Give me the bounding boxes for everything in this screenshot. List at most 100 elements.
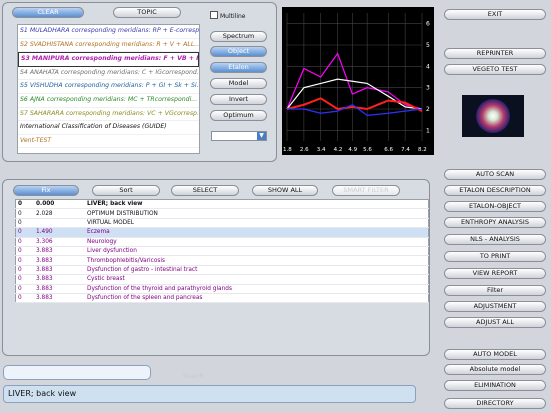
side-button-6[interactable]: VIEW REPORT: [444, 268, 546, 279]
table-row[interactable]: 0 3.883 Thrombophlebitis/Varicosis: [15, 255, 429, 266]
y-tick-label: 6: [426, 21, 430, 28]
spectrum-chart: 1 2 3 4 5 6 1.8 2.6 3.4 4.2 4.9 5.6 6.6 7.4 8.2: [283, 13, 430, 153]
multiline-checkbox[interactable]: Multiline: [210, 11, 270, 21]
x-tick-label: 4.2: [334, 147, 343, 153]
side-button-0[interactable]: AUTO SCAN: [444, 169, 546, 180]
table-row[interactable]: 0 3.883 Dysfunction of the thyroid and par…: [15, 284, 429, 294]
results-table: 0 0.000 LIVER; back view 0 2.028 OPTIMUM DIST…: [15, 199, 429, 304]
mode-spectrum-button[interactable]: Spectrum: [210, 31, 267, 42]
meridian-item[interactable]: S7 SAHARARA corresponding meridians: VC …: [18, 108, 199, 122]
table-row[interactable]: 0 3.883 Liver dysfunction: [15, 246, 429, 257]
row-value: 3.883: [34, 246, 85, 257]
row-flag: 0: [15, 199, 34, 210]
side-button-9[interactable]: ADJUST ALL: [444, 317, 546, 328]
mode-model-button[interactable]: Model: [210, 78, 267, 89]
side-button-2[interactable]: ETALON-OBJECT: [444, 201, 546, 212]
row-label: Dysfunction of gastro - intestinal tract: [85, 265, 429, 276]
topic-button[interactable]: TOPIC: [113, 7, 181, 18]
x-tick-label: 1.8: [283, 147, 292, 153]
row-value: 3.306: [34, 237, 85, 247]
mode-object-button[interactable]: Object: [210, 46, 267, 57]
table-row[interactable]: 0 2.028 OPTIMUM DISTRIBUTION: [15, 208, 429, 219]
search-input[interactable]: [3, 365, 151, 380]
row-value: 1.490: [34, 227, 85, 238]
row-flag: 0: [15, 208, 34, 219]
meridian-item[interactable]: S6 AJNA corresponding meridians: MC + TR…: [18, 94, 199, 108]
side-button-1[interactable]: ETALON DESCRIPTION: [444, 185, 546, 196]
row-flag: 0: [15, 218, 34, 229]
table-row[interactable]: 0 3.883 Dysfunction of the spleen and panc…: [15, 293, 429, 304]
row-flag: 0: [15, 255, 34, 266]
x-tick-label: 5.6: [363, 147, 372, 153]
meridian-item[interactable]: S3 MANIPURA corresponding meridians: F +…: [18, 52, 199, 67]
y-tick-label: 1: [426, 127, 430, 134]
row-label: VIRTUAL MODEL: [85, 218, 429, 229]
select-button[interactable]: SELECT: [171, 185, 239, 196]
x-tick-label: 2.6: [300, 147, 309, 153]
row-flag: 0: [15, 246, 34, 257]
row-value: 3.883: [34, 255, 85, 266]
x-tick-label: 3.4: [317, 147, 326, 153]
meridian-item[interactable]: S2 SVADHISTANA corresponding meridians: …: [18, 39, 199, 53]
row-label: Neurology: [85, 237, 429, 247]
side-button-5[interactable]: TO PRINT: [444, 251, 546, 262]
meridian-item[interactable]: International Classification of Diseases…: [18, 121, 199, 135]
row-label: LIVER; back view: [85, 199, 429, 210]
y-tick-label: 3: [426, 85, 430, 92]
row-flag: 0: [15, 237, 34, 247]
side-button-8[interactable]: ADJUSTMENT: [444, 301, 546, 312]
meridian-list[interactable]: S1 MULADHARA corresponding meridians: RP…: [17, 24, 200, 154]
row-label: Eczema: [85, 227, 429, 238]
row-value: 2.028: [34, 208, 85, 219]
status-text: LIVER; back view: [8, 389, 77, 398]
mode-invert-button[interactable]: Invert: [210, 94, 267, 105]
row-label: Dysfunction of the spleen and pancreas: [85, 293, 429, 304]
show-all-button[interactable]: SHOW ALL: [252, 185, 318, 196]
row-value: 3.883: [34, 265, 85, 276]
table-row[interactable]: 0 3.883 Dysfunction of gastro - intestinal…: [15, 265, 429, 276]
meridian-item[interactable]: Vent-TEST: [18, 135, 199, 149]
row-value: 0.000: [34, 199, 85, 210]
table-row[interactable]: 0 VIRTUAL MODEL: [15, 218, 429, 229]
mode-optimum-button[interactable]: Optimum: [210, 110, 267, 121]
meridian-item[interactable]: S1 MULADHARA corresponding meridians: RP…: [18, 25, 199, 39]
row-value: [34, 218, 85, 229]
series-line-3: [287, 104, 423, 117]
y-tick-label: 5: [426, 42, 430, 49]
checkbox-icon: [210, 11, 218, 19]
side-button-3[interactable]: ENTHROPY ANALYSIS: [444, 217, 546, 228]
side-button-4[interactable]: NLS - ANALYSIS: [444, 234, 546, 245]
mode-etalon-button[interactable]: Etalon: [210, 62, 267, 73]
y-tick-label: 4: [426, 63, 430, 70]
row-flag: 0: [15, 293, 34, 304]
side-bottom-button-1[interactable]: Absolute model: [444, 364, 546, 375]
table-row[interactable]: 0 1.490 Eczema: [15, 227, 429, 238]
chevron-down-icon: ▼: [257, 132, 266, 140]
fix-button[interactable]: Fix: [13, 185, 79, 196]
reprinter-button[interactable]: REPRINTER: [444, 48, 546, 59]
color-dropdown[interactable]: ▼: [211, 131, 267, 141]
side-bottom-button-2[interactable]: ELIMINATION: [444, 380, 546, 391]
meridian-item[interactable]: S4 ANAHATA corresponding meridians: C + …: [18, 67, 199, 81]
side-bottom-button-3[interactable]: DIRECTORY: [444, 398, 546, 409]
row-label: Liver dysfunction: [85, 246, 429, 257]
meridian-item[interactable]: S5 VISHUDHA corresponding meridians: P +…: [18, 80, 199, 94]
row-label: OPTIMUM DISTRIBUTION: [85, 208, 429, 219]
x-tick-label: 8.2: [418, 147, 427, 153]
x-tick-label: 4.9: [348, 147, 357, 153]
side-button-7[interactable]: Filter: [444, 285, 546, 296]
row-flag: 0: [15, 227, 34, 238]
table-row[interactable]: 0 3.883 Cystic breast: [15, 274, 429, 285]
vegeto-test-button[interactable]: VEGETO TEST: [444, 64, 546, 75]
exit-button[interactable]: EXIT: [444, 9, 546, 20]
clear-button[interactable]: CLEAR: [12, 7, 84, 18]
row-flag: 0: [15, 265, 34, 276]
x-tick-label: 7.4: [401, 147, 410, 153]
table-row[interactable]: 0 3.306 Neurology: [15, 237, 429, 247]
row-label: Cystic breast: [85, 274, 429, 285]
sort-button[interactable]: Sort: [92, 185, 160, 196]
smart-filter-button[interactable]: SMART FILTER: [332, 185, 400, 196]
side-bottom-button-0[interactable]: AUTO MODEL: [444, 349, 546, 360]
table-row[interactable]: 0 0.000 LIVER; back view: [15, 199, 429, 210]
multiline-label: Multiline: [220, 13, 246, 20]
